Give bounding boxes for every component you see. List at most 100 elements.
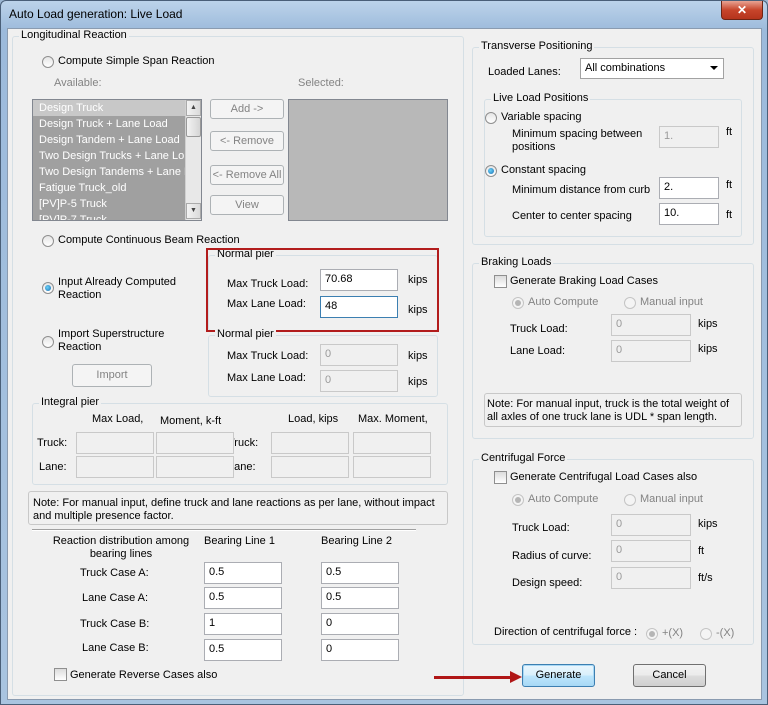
braking-auto-radio[interactable] <box>512 297 524 309</box>
min-spacing-input[interactable]: 1. <box>659 126 719 148</box>
lane-case-a-bearing1-input[interactable]: 0.5 <box>204 587 282 609</box>
list-item[interactable]: [PV]P-5 Truck <box>33 196 201 212</box>
transverse-group-label: Transverse Positioning <box>479 40 595 52</box>
radio-continuous-beam[interactable] <box>42 235 54 247</box>
scroll-thumb[interactable] <box>186 117 201 137</box>
centrifugal-plus-x-label: +(X) <box>662 627 684 639</box>
variable-spacing-label: Variable spacing <box>501 111 582 123</box>
list-item[interactable]: Fatigue Truck_old <box>33 180 201 196</box>
centrifugal-truck-unit: kips <box>698 518 718 530</box>
braking-note: Note: For manual input, truck is the tot… <box>487 398 730 423</box>
max-lane-load-label-2: Max Lane Load: <box>227 372 306 384</box>
continuous-beam-label: Compute Continuous Beam Reaction <box>58 234 240 246</box>
braking-lane-input[interactable]: 0 <box>611 340 691 362</box>
listbox-scrollbar[interactable]: ▲ ▼ <box>185 100 201 220</box>
close-button[interactable]: ✕ <box>721 1 763 20</box>
max-lane-load-input-2[interactable]: 0 <box>320 370 398 392</box>
integral-lane-label: Lane: <box>39 461 67 473</box>
import-button[interactable]: Import <box>72 364 152 387</box>
integral-truck-maxload-input[interactable] <box>76 432 154 454</box>
simple-span-label: Compute Simple Span Reaction <box>58 55 215 67</box>
remove-all-button[interactable]: <- Remove All <box>210 165 284 185</box>
scroll-down-icon[interactable]: ▼ <box>186 203 201 219</box>
braking-auto-label: Auto Compute <box>528 296 599 308</box>
min-curb-input[interactable]: 2. <box>659 177 719 199</box>
separator <box>32 529 416 531</box>
centrifugal-truck-label: Truck Load: <box>512 522 570 534</box>
dialog-client: Longitudinal Reaction Compute Simple Spa… <box>7 28 762 700</box>
truck-case-a-bearing1-input[interactable]: 0.5 <box>204 562 282 584</box>
integral-truck-maxmoment-input[interactable] <box>353 432 431 454</box>
integral-truck-moment-input[interactable] <box>156 432 234 454</box>
centrifugal-auto-radio[interactable] <box>512 494 524 506</box>
centrifugal-generate-label: Generate Centrifugal Load Cases also <box>510 471 698 483</box>
centrifugal-minus-x-radio[interactable] <box>700 628 712 640</box>
integral-max-moment-label: Max. Moment, <box>358 413 428 425</box>
list-item[interactable]: Design Tandem + Lane Load <box>33 132 201 148</box>
truck-case-b-bearing2-input[interactable]: 0 <box>321 613 399 635</box>
chevron-down-icon[interactable] <box>710 66 718 70</box>
centrifugal-speed-unit: ft/s <box>698 572 713 584</box>
remove-button[interactable]: <- Remove <box>210 131 284 151</box>
integral-truck-load-input[interactable] <box>271 432 349 454</box>
centrifugal-manual-radio[interactable] <box>624 494 636 506</box>
braking-lane-unit: kips <box>698 343 718 355</box>
c2c-spacing-input[interactable]: 10. <box>659 203 719 225</box>
lane-case-b-bearing2-input[interactable]: 0 <box>321 639 399 661</box>
selected-listbox[interactable] <box>288 99 448 221</box>
bearing-line-1-header: Bearing Line 1 <box>204 535 275 547</box>
braking-truck-unit: kips <box>698 318 718 330</box>
reverse-cases-checkbox[interactable] <box>54 668 67 681</box>
annotation-arrow-line <box>434 676 514 679</box>
window-title: Auto Load generation: Live Load <box>9 7 183 21</box>
add-button[interactable]: Add -> <box>210 99 284 119</box>
list-item[interactable]: [PV]P-7 Truck <box>33 212 201 220</box>
centrifugal-direction-label: Direction of centrifugal force : <box>494 626 638 638</box>
braking-truck-label: Truck Load: <box>510 323 568 335</box>
braking-generate-checkbox[interactable] <box>494 275 507 288</box>
centrifugal-truck-input[interactable]: 0 <box>611 514 691 536</box>
normal-pier-label-2: Normal pier <box>215 328 276 340</box>
min-spacing-label: Minimum spacing between positions <box>512 128 643 153</box>
integral-lane-maxload-input[interactable] <box>76 456 154 478</box>
centrifugal-generate-checkbox[interactable] <box>494 471 507 484</box>
radio-import-superstructure[interactable] <box>42 336 54 348</box>
loaded-lanes-select[interactable]: All combinations <box>580 58 724 79</box>
highlight-annotation-box <box>206 248 439 332</box>
list-item[interactable]: Design Truck <box>33 100 201 116</box>
longitudinal-group-label: Longitudinal Reaction <box>19 29 129 41</box>
longitudinal-note: Note: For manual input, define truck and… <box>33 497 435 522</box>
integral-pier-label: Integral pier <box>39 396 102 408</box>
lane-case-b-bearing1-input[interactable]: 0.5 <box>204 639 282 661</box>
list-item[interactable]: Design Truck + Lane Load <box>33 116 201 132</box>
list-item[interactable]: Two Design Trucks + Lane Lo <box>33 148 201 164</box>
loaded-lanes-label: Loaded Lanes: <box>488 66 561 78</box>
available-listbox[interactable]: Design Truck Design Truck + Lane Load De… <box>32 99 202 221</box>
radio-constant-spacing[interactable] <box>485 165 497 177</box>
centrifugal-radius-input[interactable]: 0 <box>611 540 691 562</box>
cancel-button[interactable]: Cancel <box>633 664 706 687</box>
braking-group-label: Braking Loads <box>479 256 554 268</box>
radio-simple-span[interactable] <box>42 56 54 68</box>
max-truck-load-input-2[interactable]: 0 <box>320 344 398 366</box>
centrifugal-radius-label: Radius of curve: <box>512 550 592 562</box>
truck-case-a-bearing2-input[interactable]: 0.5 <box>321 562 399 584</box>
truck-unit-label-2: kips <box>408 350 428 362</box>
centrifugal-speed-input[interactable]: 0 <box>611 567 691 589</box>
generate-button[interactable]: Generate <box>522 664 595 687</box>
centrifugal-plus-x-radio[interactable] <box>646 628 658 640</box>
view-button[interactable]: View <box>210 195 284 215</box>
integral-lane-maxmoment-input[interactable] <box>353 456 431 478</box>
integral-lane-moment-input[interactable] <box>156 456 234 478</box>
radio-variable-spacing[interactable] <box>485 112 497 124</box>
lane-case-a-bearing2-input[interactable]: 0.5 <box>321 587 399 609</box>
dialog-window: Auto Load generation: Live Load ✕ Longit… <box>0 0 768 705</box>
radio-already-computed[interactable] <box>42 282 54 294</box>
integral-lane-load-input[interactable] <box>271 456 349 478</box>
braking-truck-input[interactable]: 0 <box>611 314 691 336</box>
braking-manual-radio[interactable] <box>624 297 636 309</box>
scroll-up-icon[interactable]: ▲ <box>186 100 201 116</box>
live-load-positions-label: Live Load Positions <box>491 92 591 104</box>
truck-case-b-bearing1-input[interactable]: 1 <box>204 613 282 635</box>
list-item[interactable]: Two Design Tandems + Lane Lo <box>33 164 201 180</box>
